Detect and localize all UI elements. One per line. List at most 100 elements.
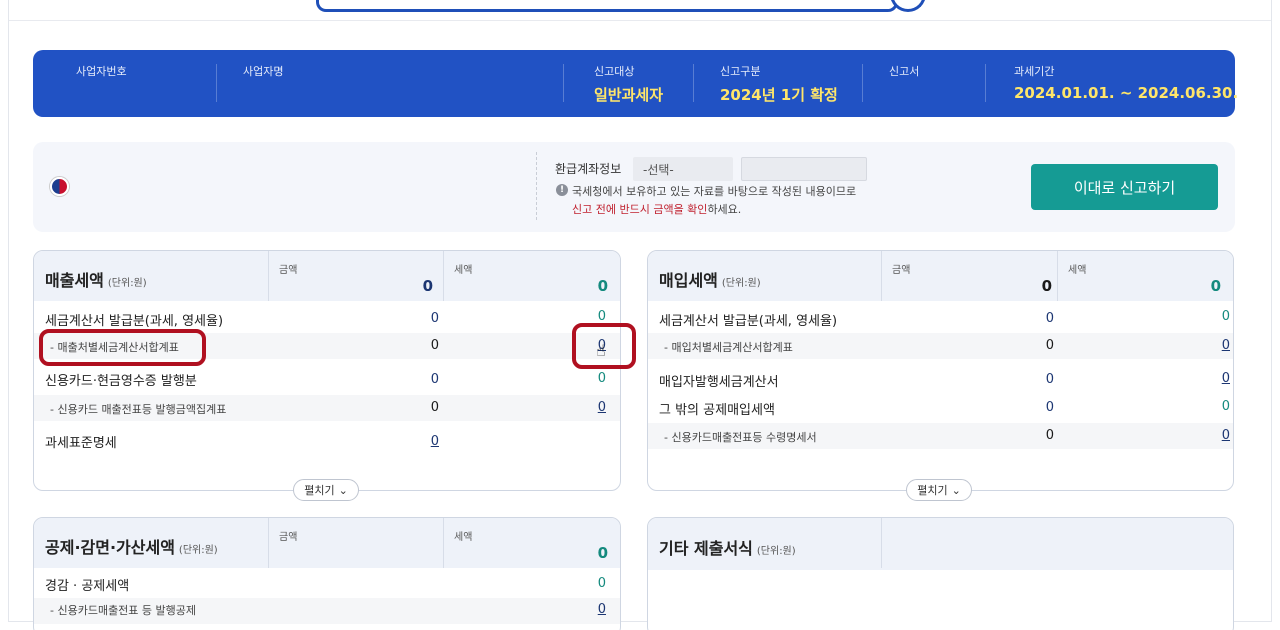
refund-account-input[interactable] (741, 157, 867, 181)
row-label: 그 밖의 공제매입세액 (659, 399, 775, 418)
card-title-text: 기타 제출서식 (659, 539, 753, 558)
row-tax: 0 (1200, 399, 1230, 414)
sales-expand-button[interactable]: 펼치기⌄ (293, 479, 359, 501)
type-field: 신고구분 2024년 1기 확정 (720, 63, 838, 107)
divider (9, 20, 1271, 21)
row-amount: 0 (1024, 311, 1054, 326)
tax-label: 세액 (454, 261, 472, 276)
separator (693, 64, 694, 102)
purchase-tax-card: 매입세액 (단위:원) 금액 0 세액 0 세금계산서 발급분(과세, 영세율) … (647, 250, 1234, 491)
row-tax: 0 (576, 371, 606, 386)
row-label: 신용카드·현금영수증 발행분 (45, 370, 197, 389)
separator (985, 64, 986, 102)
target-value: 일반과세자 (594, 84, 663, 105)
other-forms-card: 기타 제출서식 (단위:원) (647, 517, 1234, 630)
biz-name-label: 사업자명 (243, 63, 283, 79)
table-row: 세금계산서 발급분(과세, 영세율) 0 0 (648, 309, 1233, 331)
separator (862, 64, 863, 102)
amount-label: 금액 (279, 261, 297, 276)
chevron-down-icon: ⌄ (952, 484, 961, 497)
unit-label: (단위:원) (179, 545, 218, 556)
table-row: 매입자발행세금계산서 0 0 (648, 369, 1233, 391)
purchase-expand-button[interactable]: 펼치기 ⌄ (906, 479, 972, 501)
refund-bank-select[interactable]: -선택- (633, 157, 733, 181)
tax-header: 세액 0 (443, 518, 621, 568)
info-icon: ! (556, 184, 568, 196)
unit-label: (단위:원) (757, 546, 796, 557)
submit-report-button[interactable]: 이대로 신고하기 (1031, 164, 1218, 210)
card-header: 공제·감면·가산세액 (단위:원) 금액 세액 0 (34, 518, 620, 568)
row-amount: 0 (1024, 400, 1054, 415)
total-tax: 0 (598, 544, 608, 562)
form-field: 신고서 (889, 63, 919, 107)
amount-header: 금액 0 (268, 251, 443, 301)
card-header: 매출세액 (단위:원) 금액 0 세액 0 (34, 251, 620, 301)
total-tax: 0 (1211, 277, 1221, 295)
row-amount: 0 (409, 372, 439, 387)
expand-label: 펼치기 (917, 482, 947, 498)
period-field: 과세기간 2024.01.01. ~ 2024.06.30. (1014, 63, 1238, 107)
target-field: 신고대상 일반과세자 (594, 63, 663, 107)
row-tax-link[interactable]: 0 (1200, 338, 1230, 353)
row-label: 과세표준명세 (45, 432, 117, 451)
amount-label: 금액 (892, 261, 910, 276)
type-label: 신고구분 (720, 63, 838, 79)
row-label: - 신용카드매출전표등 수령명세서 (664, 429, 817, 445)
form-label: 신고서 (889, 63, 919, 79)
refund-account-label: 환급계좌정보 (555, 160, 621, 177)
card-title: 매출세액 (단위:원) (45, 267, 147, 291)
amount-label: 금액 (279, 528, 297, 543)
unit-label: (단위:원) (108, 278, 147, 289)
notice-tail-text: 하세요. (707, 203, 741, 216)
row-amount: 0 (1024, 428, 1054, 443)
row-tax-link[interactable]: 0 (1200, 371, 1230, 386)
row-amount: 0 (1024, 338, 1054, 353)
row-label: 경감 · 공제세액 (45, 575, 129, 594)
period-label: 과세기간 (1014, 63, 1238, 79)
table-row: - 신용카드 매출전표등 발행금액집계표 0 0 (34, 395, 620, 421)
card-header: 매입세액 (단위:원) 금액 0 세액 0 (648, 251, 1233, 301)
biz-number-field: 사업자번호 (76, 63, 127, 107)
row-amount: 0 (409, 338, 439, 353)
separator (563, 64, 564, 102)
chevron-down-icon: ⌄ (339, 484, 348, 497)
table-row: - 매입처별세금계산서합계표 0 0 (648, 333, 1233, 359)
row-amount-link[interactable]: 0 (409, 434, 439, 449)
total-amount: 0 (1042, 277, 1052, 295)
tax-label: 세액 (454, 528, 472, 543)
card-title-text: 매출세액 (45, 271, 104, 290)
table-row: 신용카드·현금영수증 발행분 0 0 (34, 369, 620, 391)
notice-text: 국세청에서 보유하고 있는 자료를 바탕으로 작성된 내용이므로 (572, 183, 856, 199)
search-bar[interactable] (316, 0, 898, 12)
tax-header: 세액 0 (1057, 251, 1234, 301)
row-tax: 0 (1200, 309, 1230, 324)
card-title: 기타 제출서식 (단위:원) (659, 535, 796, 559)
row-tax-link[interactable]: 0 (1200, 428, 1230, 443)
hand-cursor-icon: ☝ (596, 341, 606, 360)
card-title: 공제·감면·가산세액 (단위:원) (45, 534, 218, 558)
card-header: 기타 제출서식 (단위:원) (648, 518, 1233, 570)
target-label: 신고대상 (594, 63, 663, 79)
row-tax-link[interactable]: 0 (576, 602, 606, 617)
table-row: - 신용카드매출전표등 수령명세서 0 0 (648, 423, 1233, 449)
unit-label: (단위:원) (722, 278, 761, 289)
row-label: - 신용카드매출전표 등 발행공제 (50, 602, 196, 618)
card-title-text: 매입세액 (659, 271, 718, 290)
row-label: 세금계산서 발급분(과세, 영세율) (659, 310, 837, 329)
row-label: - 매입처별세금계산서합계표 (664, 339, 793, 355)
report-info-banner: 사업자번호 사업자명 신고대상 일반과세자 신고구분 2024년 1기 확정 신… (33, 50, 1235, 117)
table-row: 세금계산서 발급분(과세, 영세율) 0 0 (34, 309, 620, 331)
row-tax: 0 (576, 576, 606, 591)
biz-number-label: 사업자번호 (76, 63, 127, 79)
government-emblem-icon (50, 177, 69, 196)
amount-header: 금액 0 (881, 251, 1057, 301)
card-title-text: 공제·감면·가산세액 (45, 538, 175, 557)
type-value: 2024년 1기 확정 (720, 84, 838, 105)
row-label: 세금계산서 발급분(과세, 영세율) (45, 310, 223, 329)
row-amount: 0 (1024, 372, 1054, 387)
notice-red-text: 신고 전에 반드시 금액을 확인 (572, 203, 707, 216)
total-amount: 0 (423, 277, 433, 295)
row-tax-link[interactable]: 0 (576, 400, 606, 415)
tax-header: 세액 0 (443, 251, 621, 301)
row-amount: 0 (409, 400, 439, 415)
